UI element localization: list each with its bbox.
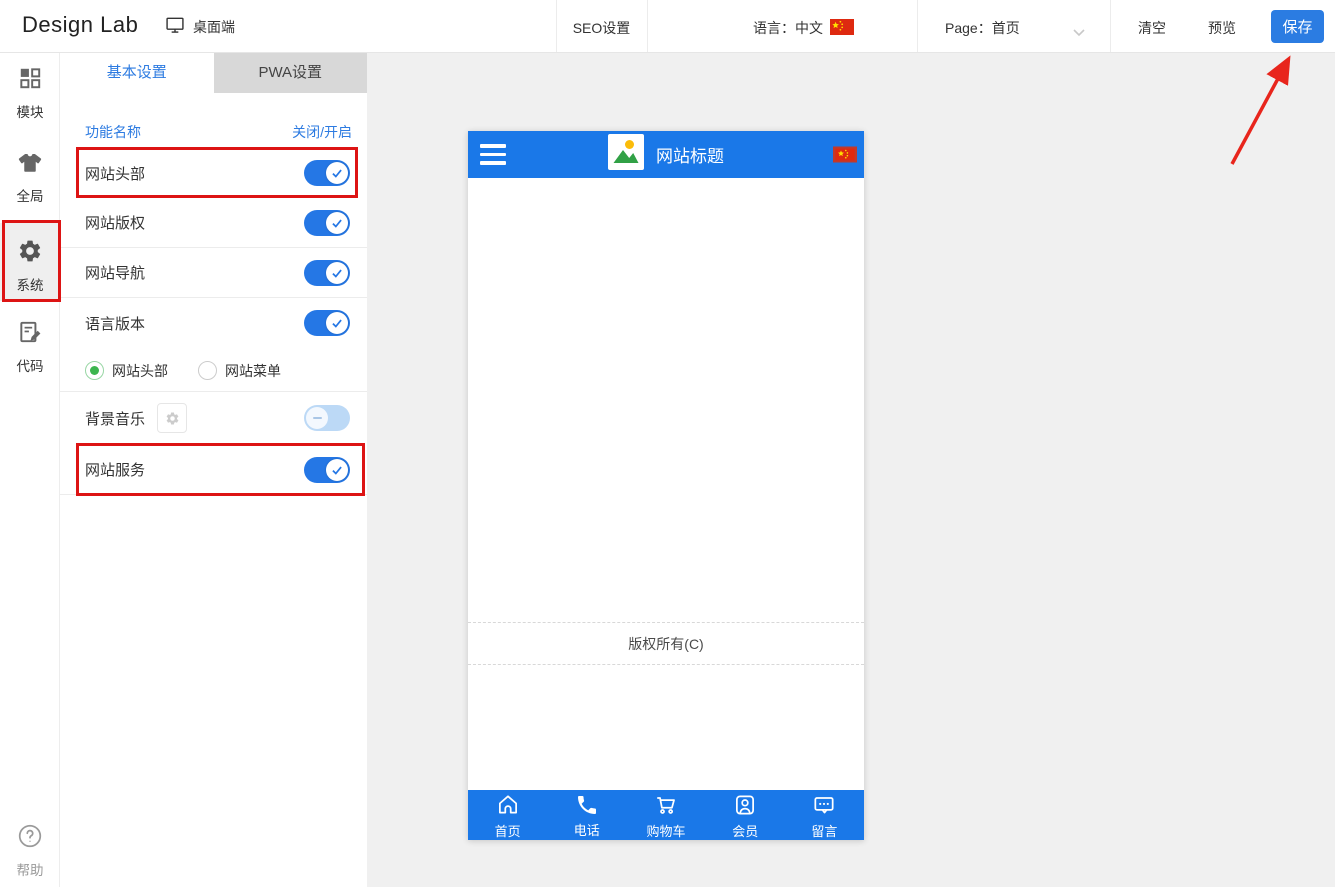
nav-item-label: 首页	[495, 825, 521, 838]
cart-icon	[653, 792, 679, 823]
column-header-name: 功能名称	[85, 122, 141, 142]
hamburger-menu-icon[interactable]	[480, 144, 506, 165]
sidebar-item-help[interactable]: 帮助	[0, 823, 60, 879]
device-mode-label: 桌面端	[193, 17, 235, 37]
tab-pwa-settings[interactable]: PWA设置	[214, 53, 368, 93]
toggle-background-music[interactable]	[304, 405, 350, 431]
tshirt-icon	[17, 162, 43, 179]
setting-row-site-nav: 网站导航	[60, 248, 367, 298]
divider	[1110, 0, 1111, 52]
left-sidebar: 模块 全局 系统 代码	[0, 53, 60, 887]
app-logo: Design Lab	[22, 12, 138, 38]
radio-site-header[interactable]	[85, 361, 104, 380]
setting-label: 网站服务	[85, 459, 145, 480]
settings-tabs: 基本设置 PWA设置	[60, 53, 367, 93]
sidebar-item-code[interactable]: 代码	[0, 319, 60, 375]
radio-site-menu[interactable]	[198, 361, 217, 380]
home-icon	[495, 792, 521, 823]
nav-item-label: 留言	[811, 825, 837, 838]
code-icon	[17, 332, 43, 349]
toggle-site-nav[interactable]	[304, 260, 350, 286]
language-selector[interactable]: 语言：中文	[753, 18, 854, 38]
toggle-site-service[interactable]	[304, 457, 350, 483]
toggle-site-header[interactable]	[304, 160, 350, 186]
sidebar-item-label: 模块	[0, 101, 60, 121]
sidebar-item-system[interactable]: 系统	[0, 223, 60, 301]
toggle-site-copyright[interactable]	[304, 210, 350, 236]
tab-basic-settings[interactable]: 基本设置	[60, 53, 214, 93]
nav-item-label: 电话	[574, 824, 600, 837]
setting-row-site-copyright: 网站版权	[60, 198, 367, 248]
divider	[647, 0, 648, 52]
toggle-language-version[interactable]	[304, 310, 350, 336]
setting-label: 网站版权	[85, 212, 145, 233]
setting-row-site-service: 网站服务	[60, 445, 367, 495]
setting-row-background-music: 背景音乐	[60, 393, 367, 443]
mobile-bottom-nav: 首页 电话 购物车	[468, 790, 864, 840]
radio-label: 网站头部	[112, 361, 168, 381]
top-toolbar: Design Lab 桌面端 SEO设置 语言：中文 Page：首页 清空 预览…	[0, 0, 1335, 53]
gear-icon	[17, 251, 43, 268]
phone-icon	[575, 793, 599, 822]
site-logo-image-icon	[608, 134, 644, 175]
mobile-header[interactable]: 网站标题	[468, 131, 864, 178]
column-header-state: 关闭/开启	[292, 122, 352, 142]
grid-icon	[17, 78, 43, 95]
setting-label: 语言版本	[85, 313, 145, 334]
preview-button[interactable]: 预览	[1208, 18, 1236, 38]
mobile-preview: 网站标题 版权所有(C) 首页	[468, 131, 864, 840]
copyright-text: 版权所有(C)	[628, 634, 703, 654]
mobile-brand: 网站标题	[608, 134, 724, 175]
seo-settings-button[interactable]: SEO设置	[556, 18, 647, 38]
device-mode-desktop[interactable]: 桌面端	[165, 15, 235, 38]
sidebar-item-label: 全局	[0, 185, 60, 205]
message-icon	[811, 792, 837, 823]
nav-item-member[interactable]: 会员	[706, 790, 785, 840]
clear-button[interactable]: 清空	[1138, 18, 1166, 38]
column-headers: 功能名称 关闭/开启	[85, 122, 352, 142]
setting-row-site-header: 网站头部	[60, 148, 367, 198]
nav-item-label: 会员	[732, 825, 758, 838]
member-icon	[732, 792, 758, 823]
nav-item-cart[interactable]: 购物车	[626, 790, 705, 840]
nav-item-home[interactable]: 首页	[468, 790, 547, 840]
setting-label: 网站导航	[85, 262, 145, 283]
china-flag-icon[interactable]	[833, 146, 857, 168]
music-settings-gear-button[interactable]	[157, 403, 187, 433]
page-selector[interactable]: Page：首页	[945, 18, 1020, 38]
setting-row-language-version: 语言版本	[60, 298, 367, 348]
monitor-icon	[165, 15, 185, 38]
site-title: 网站标题	[656, 142, 724, 167]
divider	[917, 0, 918, 52]
copyright-section[interactable]: 版权所有(C)	[468, 622, 864, 665]
nav-item-message[interactable]: 留言	[785, 790, 864, 840]
language-position-options: 网站头部 网站菜单	[60, 350, 367, 392]
settings-panel: 基本设置 PWA设置 功能名称 关闭/开启 网站头部 网站版权 网站导航 语言版…	[60, 53, 367, 887]
nav-item-phone[interactable]: 电话	[547, 790, 626, 840]
setting-label: 网站头部	[85, 163, 145, 184]
sidebar-item-global[interactable]: 全局	[0, 149, 60, 205]
china-flag-icon	[830, 19, 854, 38]
sidebar-item-modules[interactable]: 模块	[0, 65, 60, 121]
sidebar-item-label: 帮助	[0, 859, 60, 879]
save-button[interactable]: 保存	[1271, 10, 1324, 43]
question-icon	[17, 836, 43, 853]
chevron-down-icon[interactable]	[1072, 24, 1086, 42]
radio-label: 网站菜单	[225, 361, 281, 381]
language-label: 语言：中文	[753, 18, 823, 38]
nav-item-label: 购物车	[647, 825, 686, 838]
setting-label: 背景音乐	[85, 408, 145, 429]
sidebar-item-label: 系统	[0, 274, 60, 294]
sidebar-item-label: 代码	[0, 355, 60, 375]
